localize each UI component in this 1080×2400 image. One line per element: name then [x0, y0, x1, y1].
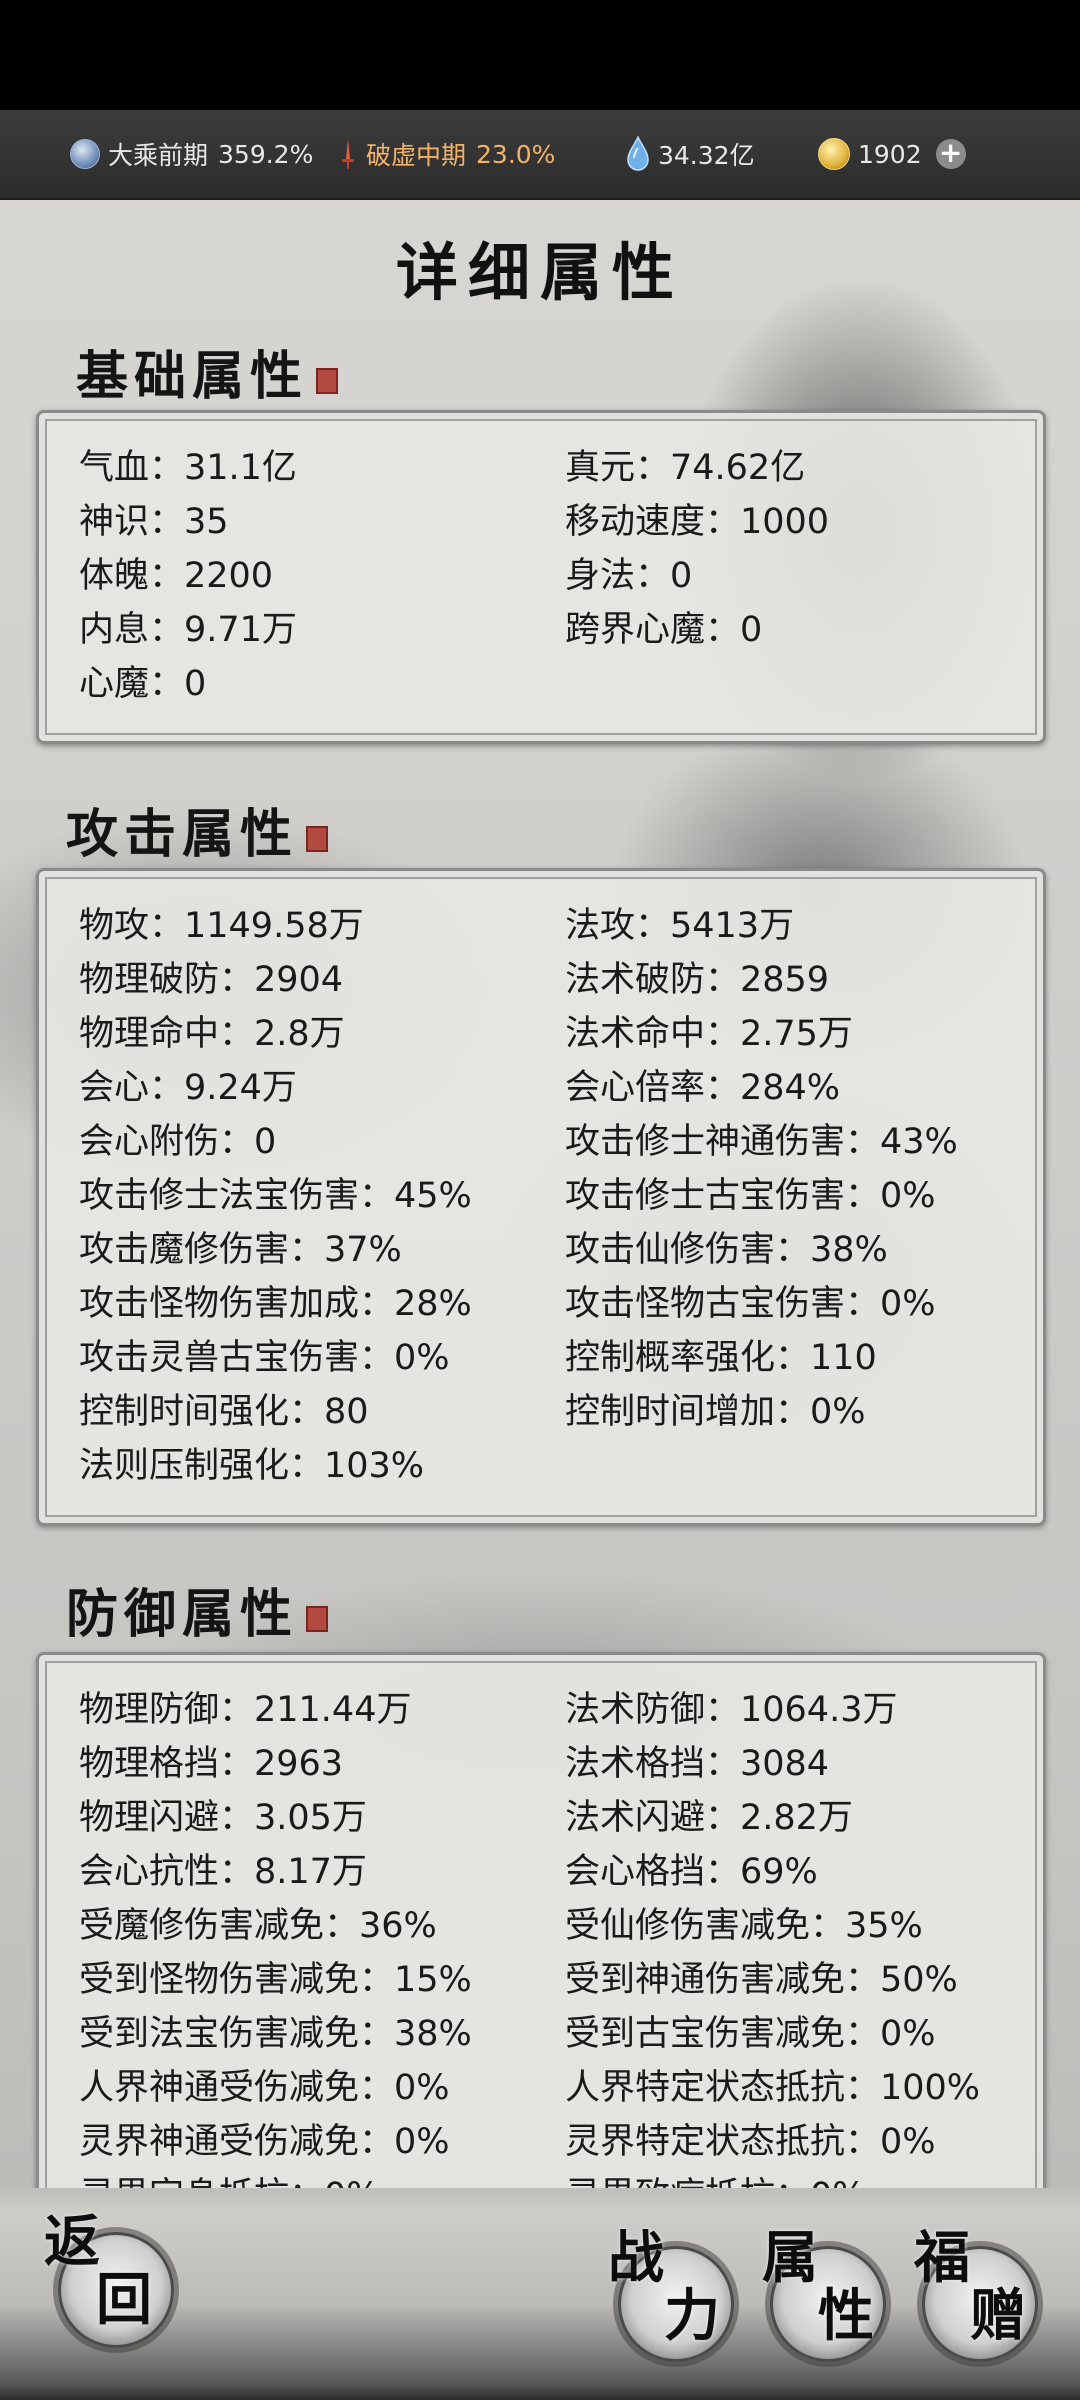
attr-phys-dodge: 物理闪避：3.05万	[79, 1798, 367, 1838]
attr-crit-block: 会心格挡：69%	[565, 1852, 818, 1892]
gift-tab[interactable]: 福 赠	[908, 2226, 1048, 2376]
attr-magic-penetration: 法术破防：2859	[565, 960, 830, 1000]
attr-crit: 会心：9.24万	[79, 1068, 297, 1108]
back-button[interactable]: 返 回	[44, 2210, 174, 2360]
attr-vs-monster-bonus: 攻击怪物伤害加成：28%	[79, 1284, 472, 1324]
attr-vs-demon-cultivator: 攻击魔修伤害：37%	[79, 1230, 402, 1270]
attributes-tab[interactable]: 属 性	[756, 2226, 896, 2376]
gold-amount: 1902	[858, 139, 922, 169]
section-title-attack: 攻击属性	[66, 792, 329, 867]
combat-power-label-2: 力	[664, 2283, 720, 2349]
combat-power-tab[interactable]: 战 力	[604, 2226, 744, 2376]
combat-power-label-1: 战	[608, 2225, 664, 2291]
attr-vs-monster-ancient: 攻击怪物古宝伤害：0%	[565, 1284, 936, 1324]
realm-progress: 359.2%	[218, 139, 314, 169]
attr-crit-resist: 会心抗性：8.17万	[79, 1852, 367, 1892]
attr-immortal-dmg-reduction: 受仙修伤害减免：35%	[565, 1906, 923, 1946]
attr-vs-cultivator-ancient: 攻击修士古宝伤害：0%	[565, 1176, 936, 1216]
attr-magic-dodge: 法术闪避：2.82万	[565, 1798, 853, 1838]
realm-orb-icon	[70, 139, 100, 169]
attr-skill-dmg-reduction: 受到神通伤害减免：50%	[565, 1960, 958, 2000]
attr-true-essence: 真元：74.62亿	[565, 448, 806, 488]
attr-inner-breath: 内息：9.71万	[79, 610, 297, 650]
attr-crit-multiplier: 会心倍率：284%	[565, 1068, 841, 1108]
bottom-navigation: 返 回 战 力 属 性 福 赠	[0, 2186, 1080, 2400]
defense-scroll-area[interactable]: 物理防御：211.44万 法术防御：1064.3万 物理格挡：2963 法术格挡…	[0, 1588, 1080, 2188]
add-currency-button[interactable]: +	[935, 139, 966, 169]
attr-control-chance: 控制概率强化：110	[565, 1338, 877, 1378]
basic-attributes-panel: 气血：31.1亿 真元：74.62亿 神识：35 移动速度：1000 体魄：22…	[36, 410, 1046, 744]
attr-vs-cultivator-skill: 攻击修士神通伤害：43%	[565, 1122, 958, 1162]
attr-agility: 身法：0	[565, 556, 693, 596]
attr-treasure-dmg-reduction: 受到法宝伤害减免：38%	[79, 2014, 472, 2054]
attr-vs-immortal-cultivator: 攻击仙修伤害：38%	[565, 1230, 888, 1270]
seal-icon	[316, 367, 339, 394]
back-label-1: 返	[44, 2209, 100, 2275]
realm-status[interactable]: 大乘前期 359.2%	[70, 110, 313, 198]
attr-hp: 气血：31.1亿	[79, 448, 297, 488]
attr-spirit-sense: 神识：35	[79, 502, 229, 542]
attr-phys-defense: 物理防御：211.44万	[79, 1690, 412, 1730]
section-title-attack-text: 攻击属性	[66, 804, 299, 865]
attr-magic-hit: 法术命中：2.75万	[565, 1014, 853, 1054]
sword-icon	[342, 139, 354, 169]
attributes-label-1: 属	[762, 2225, 818, 2291]
attr-crit-extra-damage: 会心附伤：0	[79, 1122, 277, 1162]
attr-spirit-status-resist: 灵界特定状态抵抗：0%	[565, 2122, 936, 2162]
section-title-basic-text: 基础属性	[76, 346, 309, 407]
attack-attributes-panel: 物攻：1149.58万 法攻：5413万 物理破防：2904 法术破防：2859…	[36, 868, 1046, 1526]
spirit-stone-amount: 34.32亿	[658, 141, 755, 170]
attributes-label-2: 性	[818, 2283, 874, 2349]
break-progress: 23.0%	[476, 139, 556, 169]
page-title: 详细属性	[395, 236, 684, 309]
gift-label-1: 福	[914, 2225, 970, 2291]
seal-icon	[306, 825, 329, 852]
gift-label-2: 赠	[970, 2283, 1026, 2349]
attr-magic-defense: 法术防御：1064.3万	[565, 1690, 898, 1730]
defense-attributes-panel: 物理防御：211.44万 法术防御：1064.3万 物理格挡：2963 法术格挡…	[36, 1652, 1046, 2188]
attr-vs-beast-ancient: 攻击灵兽古宝伤害：0%	[79, 1338, 450, 1378]
gold-balance: 1902 +	[818, 110, 974, 198]
back-label-2: 回	[96, 2267, 152, 2333]
attr-phys-penetration: 物理破防：2904	[79, 960, 344, 1000]
attr-phys-hit: 物理命中：2.8万	[79, 1014, 345, 1054]
attr-monster-dmg-reduction: 受到怪物伤害减免：15%	[79, 1960, 472, 2000]
attr-move-speed: 移动速度：1000	[565, 502, 830, 542]
attr-phys-block: 物理格挡：2963	[79, 1744, 344, 1784]
break-name: 破虚中期	[366, 141, 467, 170]
gold-coin-icon	[818, 138, 850, 170]
attr-magic-block: 法术格挡：3084	[565, 1744, 830, 1784]
attr-spirit-skill-reduction: 灵界神通受伤减免：0%	[79, 2122, 450, 2162]
spirit-stone-icon	[627, 136, 649, 171]
attr-human-skill-reduction: 人界神通受伤减免：0%	[79, 2068, 450, 2108]
attr-cross-realm-demon: 跨界心魔：0	[565, 610, 763, 650]
attr-law-suppression: 法则压制强化：103%	[79, 1446, 425, 1486]
attr-phys-attack: 物攻：1149.58万	[79, 906, 364, 946]
attr-vs-cultivator-treasure: 攻击修士法宝伤害：45%	[79, 1176, 472, 1216]
attr-control-duration-increase: 控制时间增加：0%	[565, 1392, 866, 1432]
realm-name: 大乘前期	[108, 141, 209, 170]
attr-demon-dmg-reduction: 受魔修伤害减免：36%	[79, 1906, 437, 1946]
attr-heart-demon: 心魔：0	[79, 664, 207, 704]
section-title-basic: 基础属性	[76, 334, 339, 409]
attr-human-status-resist: 人界特定状态抵抗：100%	[565, 2068, 981, 2108]
resource-bar: 大乘前期 359.2% 破虚中期 23.0% 34.32亿 1902 +	[0, 110, 1080, 200]
spirit-stone-balance[interactable]: 34.32亿	[626, 110, 755, 198]
attr-physique: 体魄：2200	[79, 556, 274, 596]
attr-magic-attack: 法攻：5413万	[565, 906, 795, 946]
attr-ancient-dmg-reduction: 受到古宝伤害减免：0%	[565, 2014, 936, 2054]
breakthrough-status[interactable]: 破虚中期 23.0%	[338, 110, 555, 198]
attr-control-duration: 控制时间强化：80	[79, 1392, 369, 1432]
